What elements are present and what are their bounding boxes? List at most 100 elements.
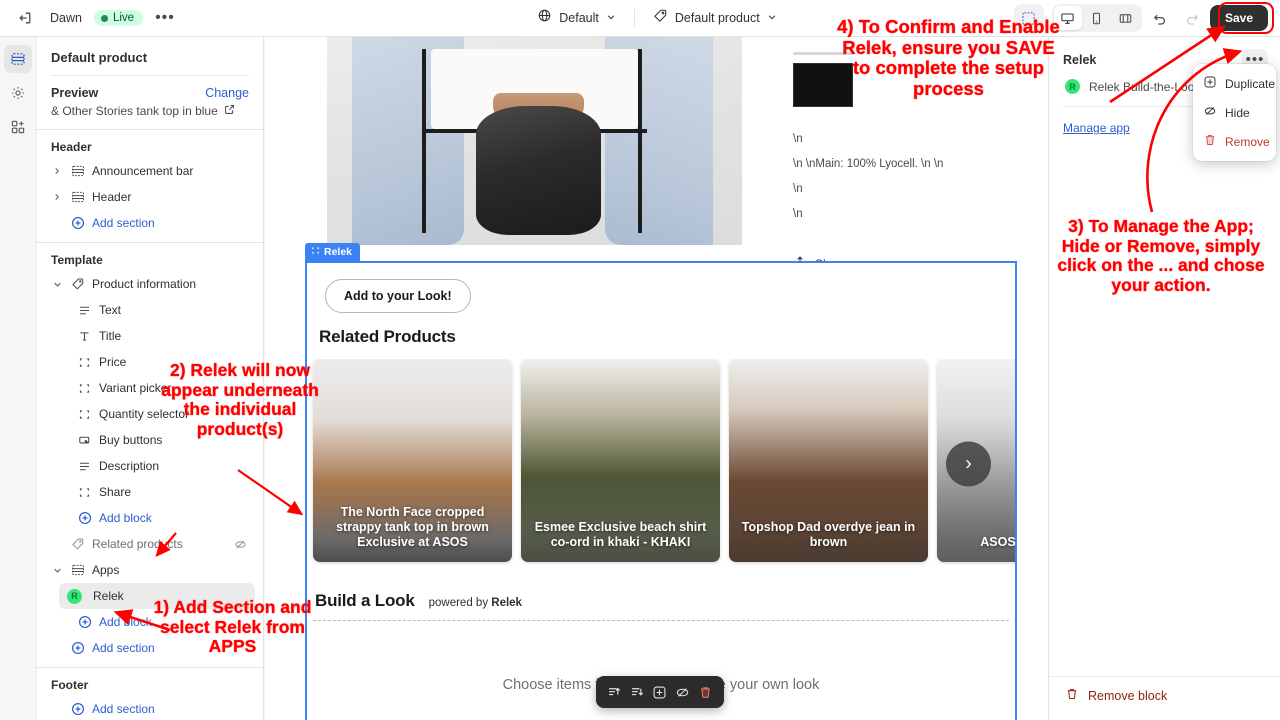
block-floating-toolbar[interactable] bbox=[596, 676, 724, 708]
sidebar-item-product-information[interactable]: Product information bbox=[37, 271, 263, 297]
annotation-1: 1) Add Section and select Relek from APP… bbox=[153, 597, 312, 657]
remove-block-button[interactable]: Remove block bbox=[1049, 676, 1280, 714]
trash-icon bbox=[1203, 133, 1217, 150]
chevron-down-icon[interactable] bbox=[51, 280, 63, 289]
text-icon bbox=[77, 459, 92, 474]
product-card[interactable]: Esmee Exclusive beach shirt co-ord in kh… bbox=[521, 359, 720, 562]
globe-icon bbox=[537, 8, 552, 28]
duplicate-icon bbox=[1203, 75, 1217, 92]
add-block-inner[interactable]: Add block bbox=[77, 505, 152, 531]
change-preview-link[interactable]: Change bbox=[205, 86, 249, 100]
sidebar-item-label: Header bbox=[92, 190, 132, 204]
product-card[interactable]: The North Face cropped strappy tank top … bbox=[313, 359, 512, 562]
sidebar-block-share[interactable]: Share bbox=[37, 479, 263, 505]
add-section-inner[interactable]: Add section bbox=[70, 696, 155, 720]
fullwidth-view-button[interactable] bbox=[1112, 6, 1140, 30]
powered-by-text: powered by bbox=[428, 597, 492, 609]
context-menu-label: Remove bbox=[1225, 134, 1270, 149]
hide-icon[interactable] bbox=[674, 683, 692, 701]
mobile-view-button[interactable] bbox=[1083, 6, 1111, 30]
template-selector[interactable]: Default product bbox=[645, 4, 785, 32]
section-icon bbox=[70, 190, 85, 205]
add-section-header-inner[interactable]: Add section bbox=[70, 210, 155, 236]
sidebar-item-related-products[interactable]: Related products bbox=[37, 531, 263, 557]
sidebar-block-text[interactable]: Text bbox=[37, 297, 263, 323]
manage-app-link[interactable]: Manage app bbox=[1063, 121, 1130, 135]
plus-circle-icon bbox=[77, 511, 92, 526]
exit-icon[interactable] bbox=[12, 5, 38, 31]
top-bar: Dawn Live ••• Default Default product Sa… bbox=[0, 0, 1280, 37]
build-a-look-title: Build a Look bbox=[315, 591, 415, 610]
sections-icon[interactable] bbox=[4, 45, 32, 73]
product-card-title: Esmee Exclusive beach shirt co-ord in kh… bbox=[534, 520, 707, 549]
duplicate-icon[interactable] bbox=[651, 683, 669, 701]
add-block-label: Add block bbox=[99, 511, 152, 525]
section-icon bbox=[70, 164, 85, 179]
product-hero-image bbox=[327, 37, 742, 245]
build-a-look-header: Build a Look powered by Relek bbox=[315, 591, 1015, 611]
product-card[interactable]: Topshop Dad overdye jean in brown bbox=[729, 359, 928, 562]
sidebar-block-label: Price bbox=[99, 355, 127, 369]
redo-button[interactable] bbox=[1178, 4, 1206, 32]
move-down-icon[interactable] bbox=[628, 683, 646, 701]
settings-icon[interactable] bbox=[4, 79, 32, 107]
relek-app-section[interactable]: Relek Add to your Look! Related Products… bbox=[305, 243, 1017, 720]
product-description-line: \n bbox=[793, 133, 803, 145]
store-name: Dawn bbox=[50, 11, 82, 25]
move-up-icon[interactable] bbox=[605, 683, 623, 701]
block-icon bbox=[77, 381, 92, 396]
block-icon bbox=[77, 355, 92, 370]
context-menu-hide[interactable]: Hide bbox=[1193, 98, 1276, 127]
context-menu-label: Duplicate bbox=[1225, 76, 1276, 91]
powered-by-label: powered by Relek bbox=[429, 597, 522, 609]
annotation-3: 3) To Manage the App; Hide or Remove, si… bbox=[1057, 216, 1265, 295]
related-products-title: Related Products bbox=[319, 327, 456, 346]
undo-button[interactable] bbox=[1146, 4, 1174, 32]
topbar-more-icon[interactable]: ••• bbox=[155, 10, 175, 26]
storefront-preview: \n \n \nMain: 100% Lyocell. \n \n \n \n … bbox=[265, 37, 1048, 720]
product-description-line: \n bbox=[793, 208, 803, 220]
save-button[interactable]: Save bbox=[1209, 5, 1268, 31]
template-label: Default product bbox=[674, 11, 760, 25]
delete-icon[interactable] bbox=[697, 683, 715, 701]
block-icon bbox=[77, 407, 92, 422]
sidebar-item-announcement-bar[interactable]: Announcement bar bbox=[37, 158, 263, 184]
external-link-icon bbox=[224, 104, 235, 118]
group-header-title: Header bbox=[51, 140, 92, 154]
group-template-title: Template bbox=[51, 253, 103, 267]
chevron-right-icon[interactable] bbox=[51, 193, 63, 201]
title-icon bbox=[77, 329, 92, 344]
right-panel-title: Relek bbox=[1063, 53, 1097, 67]
left-icon-rail bbox=[0, 37, 37, 720]
tag-icon bbox=[70, 537, 85, 552]
context-menu-label: Hide bbox=[1225, 105, 1250, 120]
preview-product-name: & Other Stories tank top in blue bbox=[51, 104, 218, 118]
group-footer-title: Footer bbox=[51, 678, 89, 692]
live-label: Live bbox=[112, 12, 135, 24]
preview-product[interactable]: & Other Stories tank top in blue bbox=[37, 104, 263, 129]
chevron-right-icon[interactable] bbox=[51, 167, 63, 175]
carousel-next-button[interactable]: › bbox=[946, 441, 991, 487]
preview-label: Preview bbox=[51, 86, 99, 100]
preview-canvas: \n \n \nMain: 100% Lyocell. \n \n \n \n … bbox=[265, 37, 1048, 720]
sidebar-item-label: Announcement bar bbox=[92, 164, 194, 178]
chevron-down-icon[interactable] bbox=[51, 566, 63, 575]
sidebar-item-apps[interactable]: Apps bbox=[37, 557, 263, 583]
block-icon bbox=[77, 485, 92, 500]
context-menu-duplicate[interactable]: Duplicate bbox=[1193, 69, 1276, 98]
add-section-footer[interactable]: Add section bbox=[37, 696, 263, 720]
add-section-header[interactable]: Add section bbox=[37, 210, 263, 236]
locale-selector[interactable]: Default bbox=[529, 4, 624, 32]
locale-label: Default bbox=[559, 11, 599, 25]
apps-icon[interactable] bbox=[4, 113, 32, 141]
sidebar-item-header[interactable]: Header bbox=[37, 184, 263, 210]
sidebar-block-description[interactable]: Description bbox=[37, 453, 263, 479]
add-block-product-information[interactable]: Add block bbox=[37, 505, 263, 531]
related-products-carousel[interactable]: The North Face cropped strappy tank top … bbox=[307, 359, 1015, 569]
context-menu-remove[interactable]: Remove bbox=[1193, 127, 1276, 156]
add-section-label: Add section bbox=[92, 702, 155, 716]
plus-circle-icon bbox=[70, 702, 85, 717]
sidebar-block-title[interactable]: Title bbox=[37, 323, 263, 349]
chevron-down-icon bbox=[767, 9, 777, 27]
add-to-your-look-button[interactable]: Add to your Look! bbox=[325, 279, 471, 313]
